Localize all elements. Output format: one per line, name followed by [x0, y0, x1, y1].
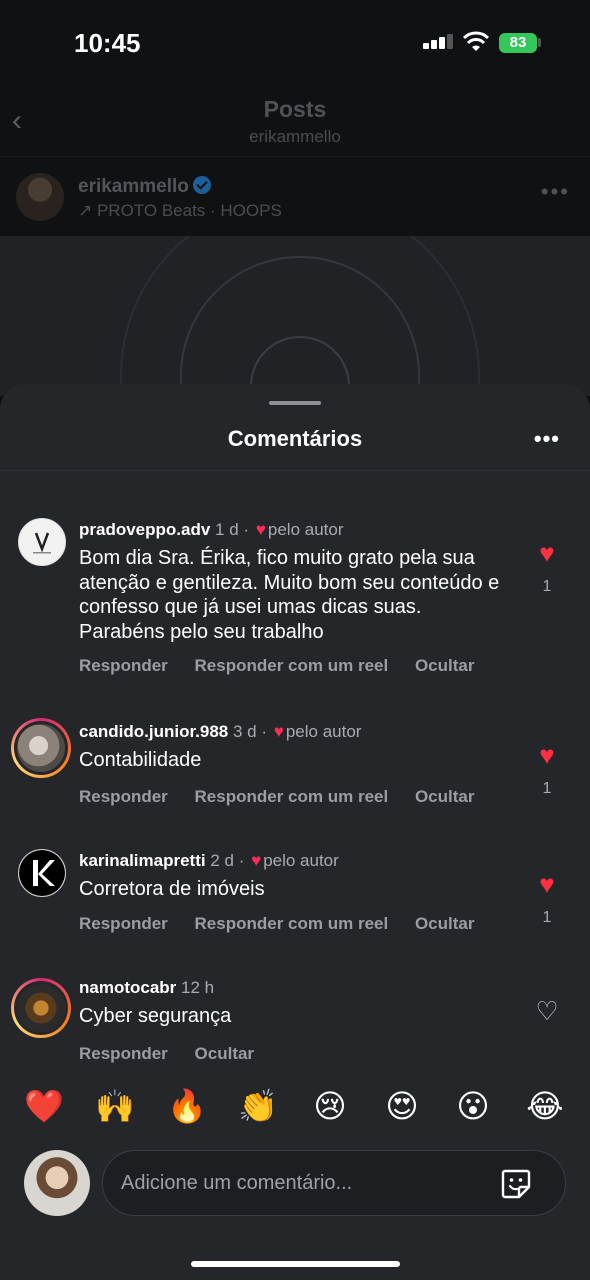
hide-button[interactable]: Ocultar [415, 914, 475, 933]
hide-button[interactable]: Ocultar [195, 1044, 255, 1063]
comment-item: pradoveppo.adv 1 d · ♥ pelo autor Bom dia… [0, 516, 590, 686]
emoji-heart-button[interactable]: ❤️ [22, 1084, 66, 1128]
battery-indicator: 83 [499, 33, 537, 53]
emoji-crying-button[interactable]: 😢 [308, 1084, 352, 1128]
author-liked-heart-icon: ♥ [251, 851, 262, 870]
current-user-avatar [24, 1150, 90, 1216]
post-audio-label[interactable]: ↗ PROTO Beats · HOOPS [78, 201, 282, 221]
comment-time: 1 d [215, 520, 239, 539]
heart-filled-icon[interactable]: ♥ [533, 742, 561, 768]
letter-k-logo-icon [19, 850, 65, 896]
like-control[interactable]: ♡ [533, 998, 561, 1024]
commenter-username[interactable]: karinalimapretti [79, 851, 206, 870]
emoji-fire-button[interactable]: 🔥 [165, 1084, 209, 1128]
hide-button[interactable]: Ocultar [415, 787, 475, 806]
post-author-username[interactable]: erikammello [78, 176, 189, 197]
commenter-username[interactable]: pradoveppo.adv [79, 520, 210, 539]
reply-with-reel-button[interactable]: Responder com um reel [195, 656, 389, 675]
post-media [0, 236, 590, 396]
status-bar: 10:45 83 [0, 0, 590, 90]
like-count: 1 [542, 780, 552, 797]
commenter-avatar [14, 981, 68, 1035]
commenter-avatar-story-ring[interactable] [11, 978, 71, 1038]
author-liked-heart-icon: ♥ [255, 520, 266, 539]
reply-button[interactable]: Responder [79, 787, 168, 806]
comment-text: Corretora de imóveis [79, 878, 265, 900]
status-time: 10:45 [74, 28, 141, 58]
emoji-clap-button[interactable]: 👏 [236, 1084, 280, 1128]
hide-button[interactable]: Ocultar [415, 656, 475, 675]
reply-with-reel-button[interactable]: Responder com um reel [195, 914, 389, 933]
emoji-raised-hands-button[interactable]: 🙌 [93, 1084, 137, 1128]
comment-text: Contabilidade [79, 749, 202, 771]
comment-item: candido.junior.988 3 d · ♥ pelo autor Con… [0, 718, 590, 818]
battery-tip [538, 38, 541, 47]
like-control[interactable]: ♥ 1 [533, 871, 561, 927]
cellular-signal-icon [423, 34, 453, 54]
post-more-icon[interactable]: ••• [541, 179, 570, 205]
reply-button[interactable]: Responder [79, 1044, 168, 1063]
post-header: erikammello ↗ PROTO Beats · HOOPS ••• [0, 156, 590, 236]
comment-composer [102, 1150, 566, 1216]
comment-text: Cyber segurança [79, 1005, 232, 1027]
post-author-avatar[interactable] [16, 173, 64, 221]
reply-button[interactable]: Responder [79, 914, 168, 933]
reply-button[interactable]: Responder [79, 656, 168, 675]
sheet-divider [0, 470, 590, 471]
commenter-username[interactable]: namotocabr [79, 978, 176, 997]
comment-text: Bom dia Sra. Érika, fico muito grato pel… [79, 547, 500, 643]
sheet-title: Comentários [227, 426, 363, 451]
author-liked-label: pelo autor [267, 520, 344, 539]
like-count: 1 [542, 578, 552, 595]
like-count: 1 [542, 909, 552, 926]
heart-outline-icon[interactable]: ♡ [533, 998, 561, 1024]
like-control[interactable]: ♥ 1 [533, 742, 561, 798]
commenter-avatar [14, 721, 68, 775]
commenter-avatar-story-ring[interactable] [11, 718, 71, 778]
comment-time: 2 d [210, 851, 234, 870]
author-liked-label: pelo autor [285, 722, 362, 741]
comment-item: karinalimapretti 2 d · ♥ pelo autor Corre… [0, 847, 590, 947]
sticker-icon[interactable] [499, 1167, 533, 1201]
comment-item: namotocabr 12 h Cyber segurança Responde… [0, 974, 590, 1074]
commenter-username[interactable]: candido.junior.988 [79, 722, 228, 741]
quick-reactions-bar: ❤️ 🙌 🔥 👏 😢 😍 😮 😂 [0, 1084, 590, 1130]
comment-input[interactable] [121, 1151, 481, 1215]
heart-filled-icon[interactable]: ♥ [533, 540, 561, 566]
page-subtitle: erikammello [249, 127, 341, 146]
page-title: Posts [263, 96, 327, 122]
emoji-surprised-button[interactable]: 😮 [451, 1084, 495, 1128]
comment-time: 12 h [181, 978, 215, 997]
commenter-avatar[interactable] [18, 849, 66, 897]
author-liked-label: pelo autor [263, 851, 339, 870]
home-indicator[interactable] [191, 1261, 400, 1267]
comment-time: 3 d [233, 722, 257, 741]
emoji-laughing-button[interactable]: 😂 [523, 1084, 567, 1128]
reply-with-reel-button[interactable]: Responder com um reel [195, 787, 389, 806]
emoji-heart-eyes-button[interactable]: 😍 [380, 1084, 424, 1128]
heart-filled-icon[interactable]: ♥ [533, 871, 561, 897]
verified-badge-icon [192, 176, 211, 194]
law-firm-logo-icon [33, 532, 51, 554]
wifi-icon [462, 31, 490, 51]
like-control[interactable]: ♥ 1 [533, 540, 561, 596]
sheet-grabber[interactable] [269, 401, 321, 405]
sheet-more-icon[interactable]: ••• [534, 426, 560, 452]
commenter-avatar[interactable] [18, 518, 66, 566]
author-liked-heart-icon: ♥ [273, 722, 284, 741]
